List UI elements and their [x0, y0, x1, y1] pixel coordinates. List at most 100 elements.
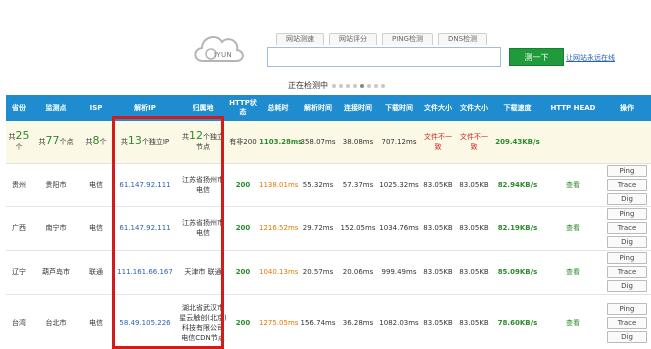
- dig-button[interactable]: Dig: [607, 280, 647, 292]
- trace-button[interactable]: Trace: [607, 178, 647, 191]
- summary-ip: 共13个独立IP: [112, 121, 178, 164]
- table-row: 贵州 贵阳市 电信 61.147.92.111 江苏省扬州市 电信 200 11…: [6, 163, 651, 207]
- loading-dot: [381, 83, 385, 88]
- cell-ops: Ping Trace Dig: [603, 163, 651, 207]
- results-table: 省份 监测点 ISP 解析IP 归属地 HTTP状态 总耗时 解析时间 连接时间…: [6, 95, 651, 349]
- tab-speed-test[interactable]: 网站测速: [276, 33, 324, 45]
- ping-button[interactable]: Ping: [607, 208, 647, 220]
- cell-isp: 电信: [80, 294, 112, 349]
- cell-province: 辽宁: [6, 250, 32, 295]
- cell-province: 贵州: [6, 163, 32, 207]
- loading-dots: [332, 83, 385, 88]
- cell-http: 200: [228, 250, 258, 295]
- cell-resolve: 29.72ms: [298, 206, 338, 251]
- col-total-time: 总耗时: [258, 95, 298, 121]
- loading-dot: [353, 83, 357, 88]
- summary-head: [543, 121, 603, 164]
- cell-ops: Ping Trace Dig: [603, 294, 651, 349]
- cell-connect: 20.06ms: [338, 250, 378, 295]
- cell-http: 200: [228, 294, 258, 349]
- cell-http: 200: [228, 206, 258, 251]
- cell-connect: 36.28ms: [338, 294, 378, 349]
- cell-province: 台湾: [6, 294, 32, 349]
- dig-button[interactable]: Dig: [607, 236, 647, 248]
- cell-http: 200: [228, 163, 258, 207]
- ping-button[interactable]: Ping: [607, 252, 647, 264]
- cell-download: 1034.76ms: [378, 206, 420, 251]
- view-head-link[interactable]: 查看: [543, 163, 603, 207]
- trace-button[interactable]: Trace: [607, 317, 647, 329]
- dig-button[interactable]: Dig: [607, 331, 647, 343]
- cell-ops: Ping Trace Dig: [603, 250, 651, 295]
- cloud-icon: [194, 36, 244, 62]
- summary-speed: 209.43KB/s: [492, 121, 543, 164]
- cell-ip: 58.49.105.226: [112, 294, 178, 349]
- summary-connect: 38.08ms: [338, 121, 378, 164]
- cell-ip: 61.147.92.111: [112, 163, 178, 207]
- col-download-time: 下载时间: [378, 95, 420, 121]
- cell-size-2: 83.05KB: [456, 250, 492, 295]
- table-header: 省份 监测点 ISP 解析IP 归属地 HTTP状态 总耗时 解析时间 连接时间…: [6, 95, 651, 121]
- loading-dot: [374, 83, 378, 88]
- cell-size: 83.05KB: [420, 250, 456, 295]
- cell-isp: 电信: [80, 206, 112, 251]
- view-head-link[interactable]: 查看: [543, 250, 603, 295]
- table-row: 台湾 台北市 电信 58.49.105.226 湖北省武汉市 星云触创(北京)科…: [6, 294, 651, 349]
- loading-dot: [360, 83, 364, 88]
- summary-download: 707.12ms: [378, 121, 420, 164]
- table-row: 广西 南宁市 电信 61.147.92.111 江苏省扬州市 电信 200 12…: [6, 206, 651, 251]
- col-http-head: HTTP HEAD: [543, 95, 603, 121]
- col-resolve-time: 解析时间: [298, 95, 338, 121]
- cell-resolve: 20.57ms: [298, 250, 338, 295]
- cell-size-2: 83.05KB: [456, 206, 492, 251]
- test-button[interactable]: 测一下: [509, 48, 564, 66]
- summary-size: 文件不一致: [420, 121, 456, 164]
- cell-speed: 82.19KB/s: [492, 206, 543, 251]
- cell-total: 1138.01ms: [258, 163, 298, 207]
- loading-dot: [346, 83, 350, 88]
- cell-size: 83.05KB: [420, 294, 456, 349]
- ping-button[interactable]: Ping: [607, 303, 647, 315]
- cell-resolve: 156.74ms: [298, 294, 338, 349]
- url-input[interactable]: [267, 47, 501, 67]
- col-file-size: 文件大小: [420, 95, 456, 121]
- cell-connect: 57.37ms: [338, 163, 378, 207]
- col-connect-time: 连接时间: [338, 95, 378, 121]
- cell-ip: 61.147.92.111: [112, 206, 178, 251]
- table-row: 辽宁 葫芦岛市 联通 111.161.66.167 天津市 联通 200 104…: [6, 250, 651, 295]
- cell-speed: 82.94KB/s: [492, 163, 543, 207]
- view-head-link[interactable]: 查看: [543, 294, 603, 349]
- summary-size-2: 文件不一致: [456, 121, 492, 164]
- tab-dns[interactable]: DNS检测: [437, 33, 488, 45]
- dig-button[interactable]: Dig: [607, 192, 647, 205]
- cell-isp: 电信: [80, 163, 112, 207]
- cell-location: 天津市 联通: [178, 250, 228, 295]
- promo-link[interactable]: 让网站永远在线: [566, 53, 615, 63]
- cell-resolve: 55.32ms: [298, 163, 338, 207]
- view-head-link[interactable]: 查看: [543, 206, 603, 251]
- tab-site-score[interactable]: 网站评分: [329, 33, 377, 45]
- cell-download: 1082.03ms: [378, 294, 420, 349]
- ping-button[interactable]: Ping: [607, 164, 647, 177]
- tool-tabs: 网站测速 网站评分 PING检测 DNS检测: [276, 33, 492, 45]
- cell-total: 1040.13ms: [258, 250, 298, 295]
- cell-location: 湖北省武汉市 星云触创(北京)科技有限公司电信CDN节点: [178, 294, 228, 349]
- tab-ping[interactable]: PING检测: [382, 33, 433, 45]
- col-point: 监测点: [32, 95, 80, 121]
- cell-size-2: 83.05KB: [456, 294, 492, 349]
- summary-location: 共12个独立节点: [178, 121, 228, 164]
- summary-provinces: 共25个: [6, 121, 32, 164]
- trace-button[interactable]: Trace: [607, 222, 647, 234]
- col-http-status: HTTP状态: [228, 95, 258, 121]
- col-province: 省份: [6, 95, 32, 121]
- cell-location: 江苏省扬州市 电信: [178, 206, 228, 251]
- cell-ops: Ping Trace Dig: [603, 206, 651, 251]
- cell-connect: 152.05ms: [338, 206, 378, 251]
- cell-download: 1025.32ms: [378, 163, 420, 207]
- cell-point: 南宁市: [32, 206, 80, 251]
- col-download-speed: 下载速度: [492, 95, 543, 121]
- cell-point: 台北市: [32, 294, 80, 349]
- cell-ip: 111.161.66.167: [112, 250, 178, 295]
- status-indicator: 正在检测中: [288, 80, 385, 91]
- trace-button[interactable]: Trace: [607, 266, 647, 278]
